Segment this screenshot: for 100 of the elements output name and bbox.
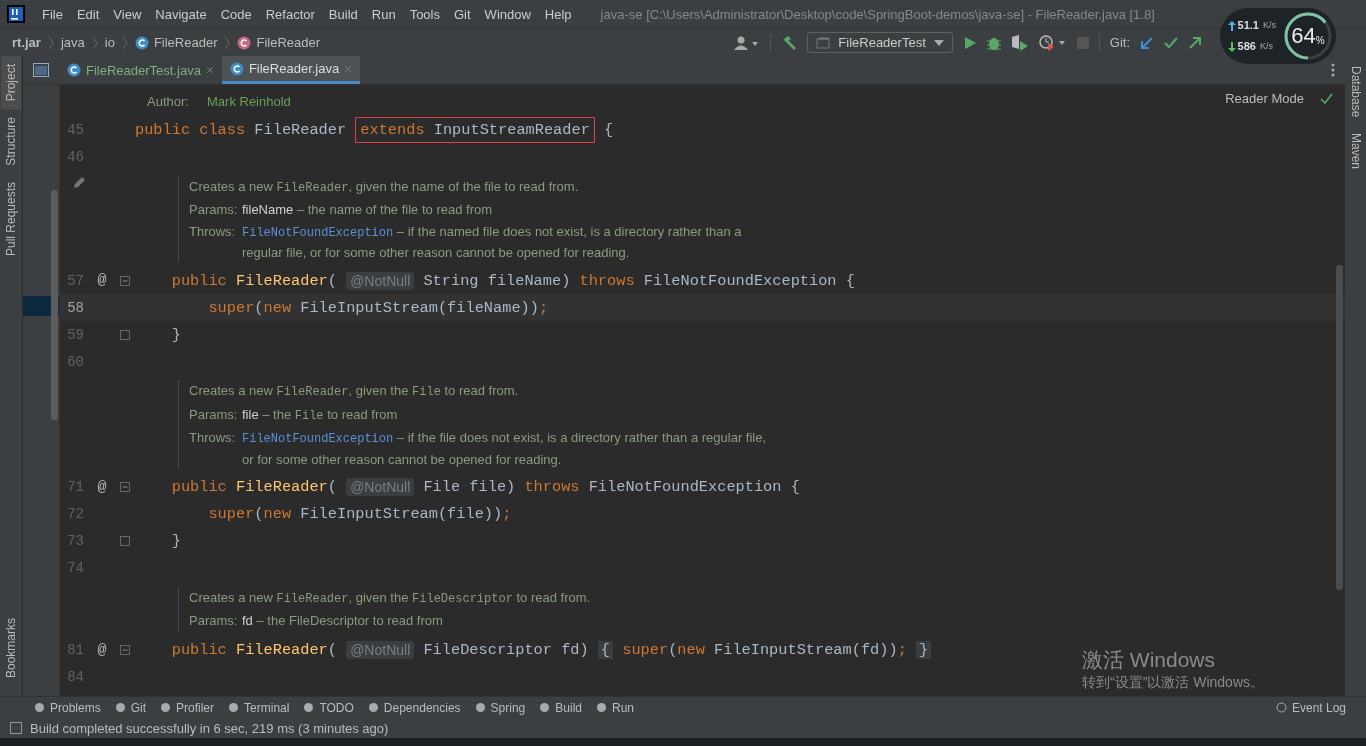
menu-item[interactable]: Edit (69, 6, 107, 22)
tool-window-button[interactable]: Terminal (228, 700, 290, 715)
doc-line: regular file, or for some other reason cannot be opened for reading. (241, 244, 631, 262)
chevron-icon (91, 35, 98, 50)
dot-icon (114, 702, 126, 713)
tool-window-button[interactable]: Run (595, 700, 634, 715)
pencil-icon[interactable] (73, 175, 86, 189)
fold-end-icon[interactable] (120, 329, 130, 340)
menu-item[interactable]: Code (213, 6, 259, 22)
chevron-icon (47, 35, 54, 50)
fold-end-icon[interactable] (120, 536, 130, 546)
collapse-icon[interactable] (120, 482, 130, 492)
close-icon[interactable] (344, 64, 353, 73)
activation-title: 激活 Windows (1082, 647, 1217, 673)
scrollbar-thumb[interactable] (51, 190, 58, 420)
panel-icon[interactable] (33, 63, 49, 77)
dot-icon (160, 702, 172, 713)
line-number: 73 (66, 532, 84, 550)
menu-item[interactable]: File (35, 6, 70, 22)
tool-window-tab[interactable]: Pull Requests (1, 174, 21, 265)
tool-window-button[interactable]: Git (114, 700, 147, 715)
check-icon[interactable] (1164, 35, 1178, 50)
line-number: 46 (66, 148, 84, 166)
menu-item[interactable]: Build (321, 6, 365, 22)
line-number: 84 (66, 668, 84, 686)
git-label: Git: (1109, 35, 1130, 50)
down-arrow-icon (1227, 41, 1236, 52)
tool-window-button[interactable]: Problems (34, 700, 101, 715)
close-icon[interactable] (205, 66, 214, 74)
window-icon (816, 36, 831, 49)
tool-window-tab[interactable]: Maven (1345, 125, 1366, 178)
user-icon[interactable] (734, 35, 761, 50)
collapse-icon[interactable] (120, 275, 130, 286)
tool-window-tab[interactable]: Structure (1, 109, 21, 175)
unit-label: K/s (1263, 19, 1276, 32)
more-icon[interactable] (1331, 63, 1335, 77)
tool-window-button[interactable]: TODO (303, 700, 354, 715)
menu-item[interactable]: Window (477, 6, 538, 22)
collapse-icon[interactable] (120, 645, 130, 655)
line-number: 57 (66, 271, 84, 290)
usage-percent: 64% (1290, 22, 1326, 50)
code-line: public FileReader( @NotNull String fileName) throws FileNotFoundException { (170, 270, 855, 292)
breadcrumb[interactable]: rt.jar (12, 35, 41, 50)
dot-icon (34, 702, 45, 713)
unit-label: K/s (1259, 40, 1273, 53)
push-arrow-icon[interactable] (1188, 35, 1202, 50)
doc-line: Throws: FileNotFoundException – if the file does not exist, is a directory rather than a regular file, (189, 429, 767, 448)
code-line: super(new FileInputStream(fileName)); (207, 297, 549, 319)
breadcrumb[interactable]: FileReader (256, 35, 321, 50)
doc-line: Author: Mark Reinhold (147, 93, 291, 111)
line-number: 59 (66, 325, 84, 344)
tool-window-button[interactable]: Profiler (160, 700, 215, 715)
menu-item[interactable]: Help (537, 6, 579, 22)
tool-window-button[interactable]: Spring (474, 700, 526, 715)
tool-window-tab[interactable]: Database (1345, 58, 1366, 126)
tool-window-button[interactable]: Dependencies (367, 700, 461, 715)
app-logo-icon (7, 5, 25, 23)
event-log-button[interactable]: Event Log (1275, 700, 1346, 715)
menu-item[interactable]: Refactor (258, 6, 322, 22)
tool-window-tab[interactable]: Project (1, 56, 21, 110)
annotation-marker[interactable]: @ (97, 641, 107, 659)
chevron-icon (121, 35, 128, 50)
update-arrow-icon[interactable] (1140, 35, 1154, 50)
line-number: 74 (66, 559, 84, 577)
reader-mode-toggle[interactable]: Reader Mode (1225, 91, 1304, 106)
run-configuration-dropdown[interactable]: FileReaderTest (807, 32, 953, 53)
status-icon[interactable] (10, 722, 22, 734)
tool-window-button[interactable]: Build (539, 700, 582, 715)
annotation-marker[interactable]: @ (97, 478, 107, 496)
profiler-icon[interactable] (1038, 34, 1067, 51)
line-number: 81 (66, 641, 84, 659)
breadcrumb[interactable]: java (60, 35, 85, 50)
menu-item[interactable]: View (106, 6, 149, 22)
hammer-icon[interactable] (781, 34, 798, 51)
tool-window-tab[interactable]: Bookmarks (1, 609, 21, 686)
code-line: public FileReader( @NotNull FileDescriptor fd) { super(new FileInputStream(fd)); } (135, 636, 932, 664)
coverage-icon[interactable] (1010, 34, 1029, 51)
breadcrumb[interactable]: FileReader (153, 35, 218, 50)
scrollbar-thumb[interactable] (1336, 265, 1343, 590)
dot-icon (367, 702, 379, 713)
menu-item[interactable]: Run (364, 6, 403, 22)
code-line: } (170, 324, 181, 346)
dot-icon (595, 702, 607, 713)
dot-icon (539, 702, 551, 713)
editor-tab[interactable]: FileReader.java (221, 56, 361, 84)
annotation-marker[interactable]: @ (97, 272, 107, 289)
dot-icon (303, 702, 315, 713)
caret-icon (933, 39, 944, 46)
activation-notice: 转到“设置”以激活 Windows。 (1082, 674, 1264, 692)
class-icon (134, 35, 149, 50)
menu-item[interactable]: Git (447, 6, 478, 22)
download-speed: 586 (1237, 39, 1256, 54)
doc-line: Throws: FileNotFoundException – if the named file does not exist, is a directory rather than a (189, 222, 742, 242)
menu-item[interactable]: Tools (402, 6, 447, 22)
breadcrumb[interactable]: io (104, 35, 115, 50)
run-icon[interactable] (962, 35, 977, 50)
editor-tab[interactable]: FileReaderTest.java (59, 56, 222, 84)
upload-speed: 51.1 (1237, 18, 1259, 33)
line-number: 58 (66, 298, 84, 317)
menu-item[interactable]: Navigate (148, 6, 214, 22)
